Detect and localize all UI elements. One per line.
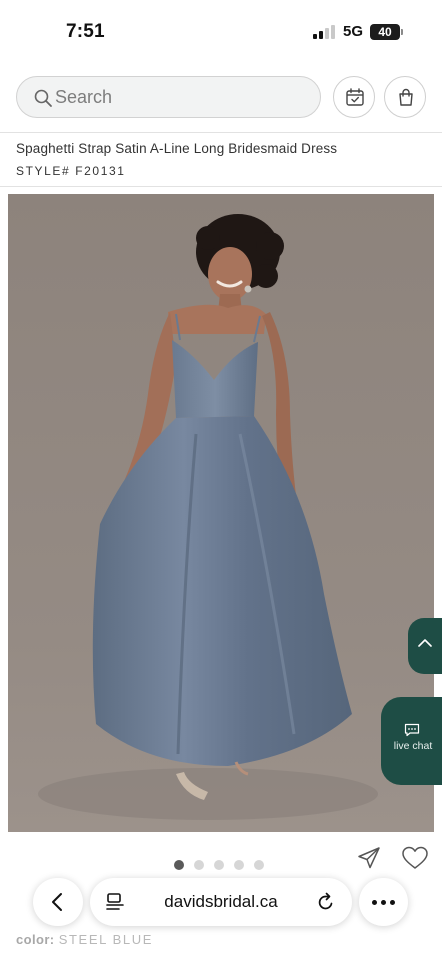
product-title: Spaghetti Strap Satin A-Line Long Brides…: [16, 141, 338, 156]
signal-strength-icon: [313, 25, 337, 39]
share-button[interactable]: [356, 845, 382, 871]
wishlist-heart-button[interactable]: [401, 845, 429, 871]
carousel-dot[interactable]: [214, 860, 224, 870]
url-text: davidsbridal.ca: [164, 892, 278, 911]
title-divider: [0, 186, 442, 187]
image-carousel-dots: [174, 860, 274, 870]
carousel-dot[interactable]: [254, 860, 264, 870]
product-style-number: STYLE# F20131: [16, 164, 126, 178]
shopping-bag-icon: [399, 88, 413, 106]
color-value: STEEL BLUE: [58, 932, 154, 947]
more-dot: [390, 900, 395, 905]
reload-icon[interactable]: [316, 891, 336, 913]
carousel-dot[interactable]: [174, 860, 184, 870]
address-bar[interactable]: davidsbridal.ca: [90, 878, 352, 926]
chat-bubble-icon: [404, 723, 420, 737]
product-photo: [8, 194, 434, 832]
search-bar[interactable]: [16, 76, 321, 118]
product-heading: Spaghetti Strap Satin A-Line Long Brides…: [0, 132, 442, 186]
carousel-dot[interactable]: [234, 860, 244, 870]
chevron-up-icon: [418, 639, 432, 647]
calendar-check-icon: [346, 88, 364, 106]
shopping-bag-button[interactable]: [384, 76, 426, 118]
status-bar: 7:51 5G 40: [0, 0, 442, 62]
browser-back-button[interactable]: [33, 878, 83, 926]
more-dot: [381, 900, 386, 905]
appointment-button[interactable]: [333, 76, 375, 118]
color-selection: color: STEEL BLUE: [16, 932, 153, 947]
color-label: color:: [16, 932, 55, 947]
scroll-to-top-button[interactable]: [408, 618, 442, 674]
search-icon: [34, 89, 52, 107]
status-time: 7:51: [66, 21, 105, 42]
site-header: [0, 62, 442, 132]
search-input[interactable]: [55, 77, 305, 117]
browser-toolbar: davidsbridal.ca: [0, 878, 442, 928]
battery-level: 40: [378, 25, 392, 39]
browser-more-button[interactable]: [359, 878, 408, 926]
product-image[interactable]: [8, 194, 434, 832]
live-chat-button[interactable]: live chat: [381, 697, 442, 785]
network-type: 5G: [343, 23, 364, 40]
chevron-left-icon: [52, 893, 62, 911]
more-dot: [372, 900, 377, 905]
carousel-dot[interactable]: [194, 860, 204, 870]
live-chat-label: live chat: [393, 740, 433, 752]
battery-icon: 40: [370, 24, 403, 40]
